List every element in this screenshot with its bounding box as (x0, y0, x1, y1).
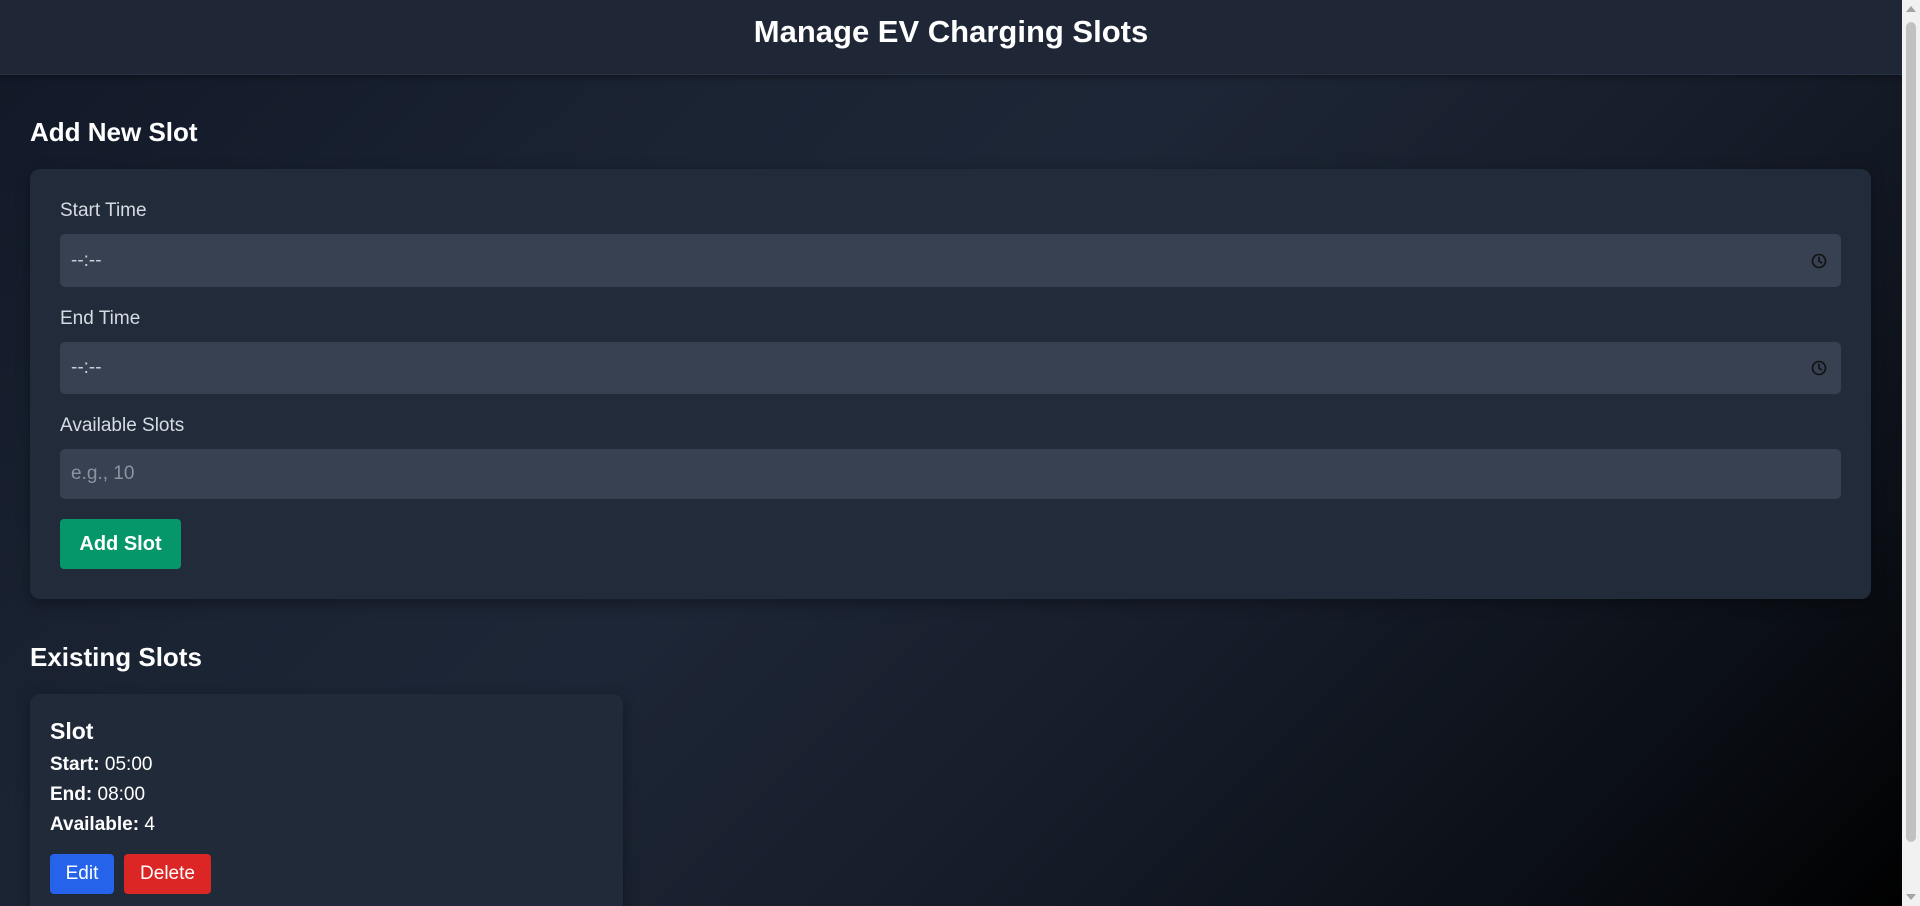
slot-available-label: Available: (50, 814, 140, 835)
available-slots-label: Available Slots (60, 415, 185, 436)
end-time-label: End Time (60, 308, 141, 329)
delete-slot-button[interactable]: Delete (124, 854, 211, 894)
start-time-value: --:-- (71, 249, 102, 271)
end-time-value: --:-- (71, 357, 102, 378)
start-time-input[interactable]: --:-- (60, 234, 1841, 287)
scroll-down-arrow-icon[interactable] (1906, 894, 1916, 900)
slot-available-value: 4 (144, 814, 155, 835)
slot-end: End: 08:00 (50, 784, 145, 806)
top-bar: Manage EV Charging Slots (0, 0, 1902, 75)
slot-end-label: End: (50, 784, 93, 805)
page-title: Manage EV Charging Slots (753, 14, 1149, 49)
available-slots-placeholder: e.g., 10 (71, 463, 135, 484)
scrollbar-thumb[interactable] (1906, 22, 1916, 842)
edit-slot-button[interactable]: Edit (50, 854, 114, 894)
slot-start: Start: 05:00 (50, 754, 152, 776)
end-time-input[interactable]: --:-- (60, 342, 1841, 394)
slot-start-label: Start: (50, 754, 100, 775)
slot-heading: Slot (50, 718, 94, 744)
slot-available: Available: 4 (50, 814, 155, 836)
existing-slots-section-title: Existing Slots (30, 642, 202, 672)
add-slot-form: Start Time --:-- End Time --:-- Availabl… (30, 169, 1871, 599)
page: Manage EV Charging Slots Add New Slot St… (0, 0, 1902, 906)
available-slots-input[interactable]: e.g., 10 (60, 449, 1841, 499)
clock-icon[interactable] (1811, 360, 1827, 376)
slot-card: Slot Start: 05:00 End: 08:00 Available: … (30, 694, 623, 906)
start-time-label: Start Time (60, 200, 147, 221)
clock-icon[interactable] (1811, 253, 1827, 269)
slot-end-value: 08:00 (97, 784, 146, 805)
slot-start-value: 05:00 (104, 754, 153, 775)
scroll-up-arrow-icon[interactable] (1906, 6, 1916, 12)
add-slot-button[interactable]: Add Slot (60, 519, 181, 569)
vertical-scrollbar[interactable] (1902, 0, 1920, 906)
add-slot-section-title: Add New Slot (30, 117, 198, 147)
